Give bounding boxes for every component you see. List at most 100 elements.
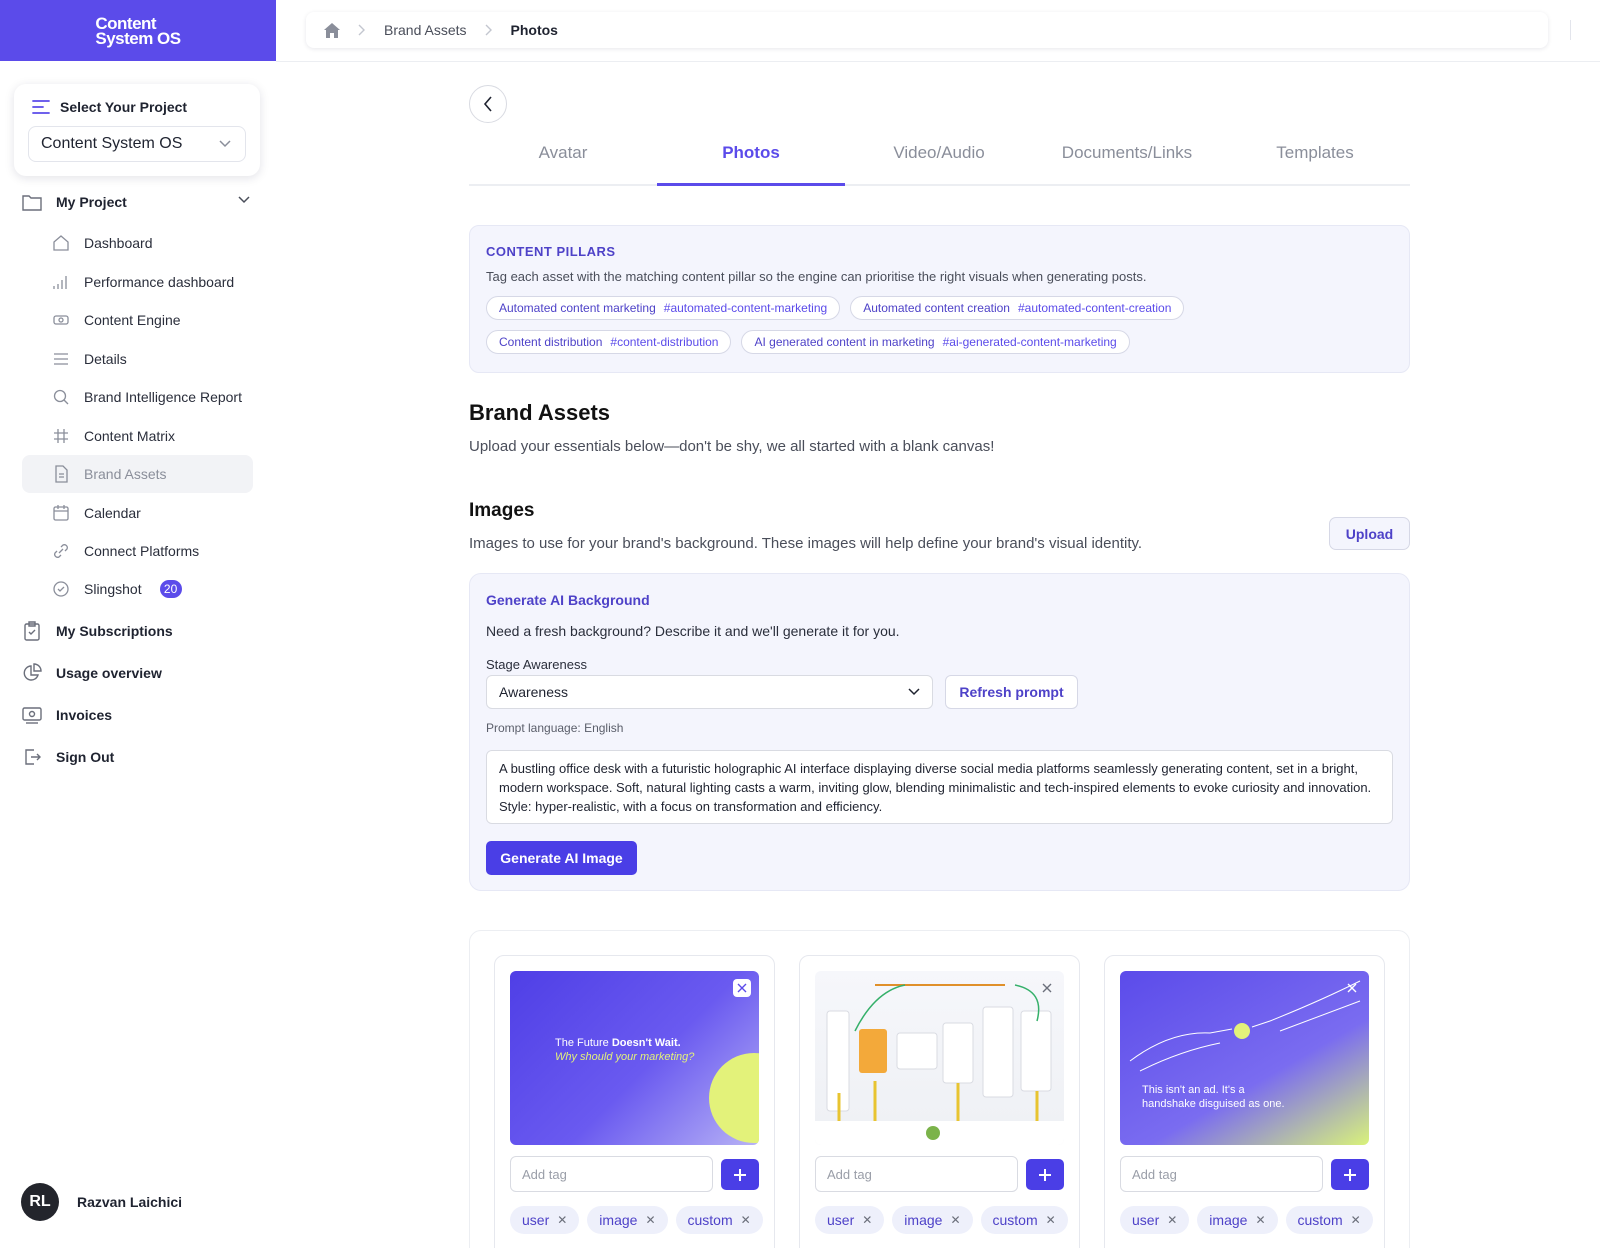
- nav-group-label: My Project: [56, 194, 127, 210]
- pillar-name: Automated content creation: [863, 301, 1010, 315]
- nav-group-label: Usage overview: [56, 665, 162, 681]
- sidebar-item-brand-intelligence-report[interactable]: Brand Intelligence Report: [22, 378, 253, 416]
- caption-text: This isn't an ad. It's a: [1142, 1084, 1245, 1096]
- link-icon: [52, 542, 70, 560]
- pillar-tag: #automated-content-marketing: [663, 301, 828, 315]
- add-tag-input[interactable]: Add tag: [815, 1156, 1018, 1192]
- pillar-chip[interactable]: AI generated content in marketing #ai-gen…: [741, 330, 1130, 354]
- sidebar-item-label: Brand Intelligence Report: [84, 389, 242, 405]
- close-icon[interactable]: [733, 979, 751, 997]
- close-icon[interactable]: [1038, 979, 1056, 997]
- image-gallery: The Future Doesn't Wait. Why should your…: [469, 930, 1410, 1248]
- sidebar-item-label: Performance dashboard: [84, 274, 235, 290]
- user-name: Razvan Laichici: [77, 1194, 183, 1210]
- home-icon[interactable]: [324, 22, 340, 38]
- project-selector-heading: Select Your Project: [32, 99, 187, 115]
- add-tag-input[interactable]: Add tag: [1120, 1156, 1323, 1192]
- breadcrumb-brand-assets[interactable]: Brand Assets: [384, 22, 467, 38]
- caption-italic: Why should your marketing?: [555, 1051, 695, 1063]
- chevron-right-icon: [485, 24, 492, 36]
- pillar-chip[interactable]: Automated content marketing #automated-co…: [486, 296, 841, 320]
- tag-pill: custom ✕: [1285, 1206, 1373, 1234]
- add-tag-button[interactable]: [721, 1159, 759, 1190]
- sidebar-item-slingshot[interactable]: Slingshot 20: [22, 570, 253, 608]
- remove-tag-icon[interactable]: ✕: [645, 1213, 655, 1227]
- stage-awareness-select[interactable]: Awareness: [486, 675, 933, 709]
- tab-templates[interactable]: Templates: [1221, 130, 1409, 184]
- list-icon: [52, 350, 70, 368]
- tag-label: custom: [1297, 1212, 1343, 1228]
- tag-pill: user ✕: [1120, 1206, 1190, 1234]
- nav-group-invoices[interactable]: Invoices: [22, 705, 112, 725]
- chevron-left-icon: [483, 96, 492, 112]
- stage-awareness-label: Stage Awareness: [486, 657, 587, 672]
- tab-avatar[interactable]: Avatar: [469, 130, 657, 184]
- sidebar-item-label: Details: [84, 351, 127, 367]
- workflow-diagram-image: [815, 984, 1064, 1145]
- remove-tag-icon[interactable]: ✕: [557, 1213, 567, 1227]
- add-tag-button[interactable]: [1331, 1159, 1369, 1190]
- pillar-tag: #content-distribution: [610, 335, 719, 349]
- tab-photos[interactable]: Photos: [657, 130, 845, 186]
- nav-group-usage-overview[interactable]: Usage overview: [22, 663, 162, 683]
- image-thumbnail[interactable]: The Future Doesn't Wait. Why should your…: [510, 971, 759, 1145]
- back-button[interactable]: [469, 85, 507, 123]
- stage-select-value: Awareness: [499, 684, 569, 700]
- upload-button[interactable]: Upload: [1329, 517, 1410, 550]
- remove-tag-icon[interactable]: ✕: [950, 1213, 960, 1227]
- nav-group-my-project[interactable]: My Project: [22, 192, 250, 212]
- remove-tag-icon[interactable]: ✕: [1167, 1213, 1177, 1227]
- add-tag-button[interactable]: [1026, 1159, 1064, 1190]
- pillar-chip[interactable]: Content distribution #content-distributio…: [486, 330, 732, 354]
- logo[interactable]: Content System OS: [0, 0, 276, 61]
- remove-tag-icon[interactable]: ✕: [1255, 1213, 1265, 1227]
- thumbnail-caption: This isn't an ad. It's a handshake disgu…: [1142, 1083, 1285, 1111]
- image-thumbnail[interactable]: This isn't an ad. It's a handshake disgu…: [1120, 971, 1369, 1145]
- refresh-prompt-button[interactable]: Refresh prompt: [945, 675, 1078, 709]
- pillar-name: AI generated content in marketing: [754, 335, 935, 349]
- add-tag-input[interactable]: Add tag: [510, 1156, 713, 1192]
- tag-pill: image ✕: [587, 1206, 668, 1234]
- tab-video-audio[interactable]: Video/Audio: [845, 130, 1033, 184]
- avatar: RL: [21, 1183, 59, 1221]
- sidebar-item-details[interactable]: Details: [22, 340, 253, 378]
- pillar-chip[interactable]: Automated content creation #automated-con…: [850, 296, 1185, 320]
- sidebar-item-calendar[interactable]: Calendar: [22, 494, 253, 532]
- plus-icon: [1344, 1168, 1356, 1181]
- prompt-language: Prompt language: English: [486, 721, 624, 735]
- tab-documents-links[interactable]: Documents/Links: [1033, 130, 1221, 184]
- notification-badge: 20: [159, 580, 182, 598]
- sidebar-item-brand-assets[interactable]: Brand Assets: [22, 455, 253, 493]
- image-thumbnail[interactable]: [815, 971, 1064, 1145]
- sidebar-item-content-matrix[interactable]: Content Matrix: [22, 417, 253, 455]
- bar-chart-icon: [52, 273, 70, 291]
- images-description: Images to use for your brand's backgroun…: [469, 535, 1143, 552]
- nav-group-my-subscriptions[interactable]: My Subscriptions: [22, 621, 173, 641]
- glowing-dot: [1234, 1023, 1250, 1039]
- remove-tag-icon[interactable]: ✕: [1351, 1213, 1361, 1227]
- image-card: This isn't an ad. It's a handshake disgu…: [1104, 955, 1385, 1248]
- remove-tag-icon[interactable]: ✕: [1046, 1213, 1056, 1227]
- remove-tag-icon[interactable]: ✕: [741, 1213, 751, 1227]
- nav-group-sign-out[interactable]: Sign Out: [22, 747, 114, 767]
- sidebar-item-connect-platforms[interactable]: Connect Platforms: [22, 532, 253, 570]
- image-card: The Future Doesn't Wait. Why should your…: [494, 955, 775, 1248]
- sidebar-item-content-engine[interactable]: Content Engine: [22, 301, 253, 339]
- close-icon[interactable]: [1343, 979, 1361, 997]
- tag-pill: user ✕: [510, 1206, 580, 1234]
- sidebar: Content System OS Select Your Project Co…: [0, 0, 276, 1248]
- tag-pill: image ✕: [1197, 1206, 1278, 1234]
- tag-label: custom: [687, 1212, 733, 1228]
- sidebar-item-dashboard[interactable]: Dashboard: [22, 224, 253, 262]
- sidebar-item-performance-dashboard[interactable]: Performance dashboard: [22, 263, 253, 301]
- pillar-name: Automated content marketing: [499, 301, 656, 315]
- page-title: Brand Assets: [469, 400, 611, 425]
- pillar-name: Content distribution: [499, 335, 603, 349]
- pillar-tag: #ai-generated-content-marketing: [942, 335, 1117, 349]
- prompt-textarea[interactable]: A bustling office desk with a futuristic…: [486, 750, 1393, 824]
- generate-ai-image-button[interactable]: Generate AI Image: [486, 841, 637, 875]
- user-profile[interactable]: RL Razvan Laichici: [21, 1183, 182, 1221]
- project-select[interactable]: Content System OS: [28, 126, 246, 162]
- chevron-down-icon: [219, 140, 231, 148]
- remove-tag-icon[interactable]: ✕: [862, 1213, 872, 1227]
